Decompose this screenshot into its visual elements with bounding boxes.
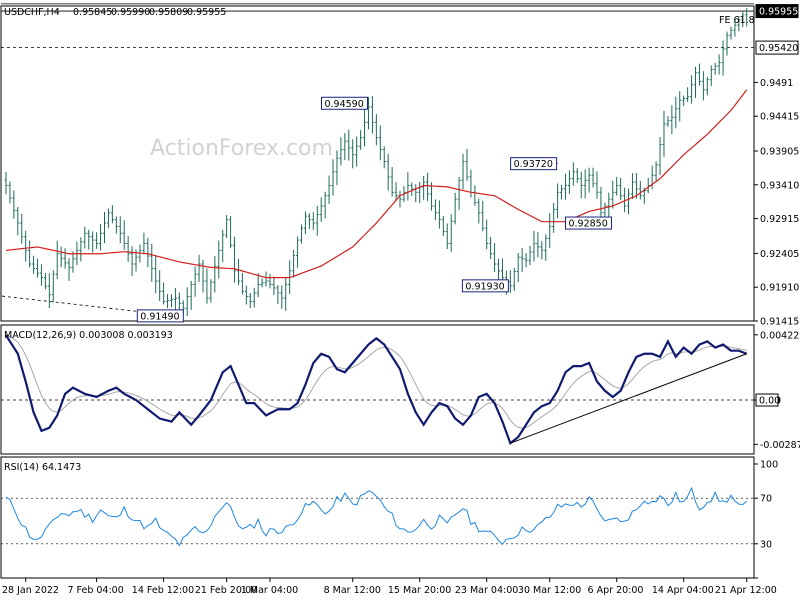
macd-line (5, 334, 748, 446)
price-header-symbol: USDCHF,H4 (4, 7, 60, 18)
price-header-high: 0.95990 (111, 7, 150, 18)
price-y-tick-0.92915: 0.92915 (760, 214, 799, 225)
price-y-tick-0.93410: 0.93410 (760, 180, 799, 191)
watermark: ActionForex.com (150, 136, 333, 161)
rsi-lines (1, 486, 754, 547)
rsi-y-tick-100: 100 (760, 460, 778, 471)
x-tick-5: 8 Mar 12:00 (324, 585, 381, 596)
price-y-tick-0.93905: 0.93905 (760, 147, 799, 158)
time-x-axis: 28 Jan 2022 7 Feb 04:00 14 Feb 12:00 21 Feb… (2, 578, 777, 596)
macd-current-value: 0.00 (759, 396, 780, 407)
price-levels (1, 3, 754, 317)
x-tick-11: 21 Apr 12:00 (715, 585, 777, 596)
price-label-0.94590: 0.94590 (324, 99, 363, 110)
price-panel-frame (0, 5, 755, 322)
macd-signal-line (5, 334, 747, 429)
price-header-low: 0.95809 (149, 7, 188, 18)
price-annotations: 0.94590 0.93720 0.92850 0.91930 0.91490 (136, 96, 612, 323)
price-label-0.92850: 0.92850 (568, 219, 607, 230)
rsi-line (5, 486, 748, 547)
rsi-y-axis: 100 70 30 (754, 460, 778, 579)
x-tick-0: 28 Jan 2022 (2, 585, 59, 596)
rsi-title: RSI(14) 64.1473 (4, 462, 81, 473)
rsi-y-tick-30: 30 (760, 539, 772, 550)
level-price-badge: 0.95420 (759, 43, 798, 54)
x-tick-1: 7 Feb 04:00 (67, 585, 123, 596)
macd-y-tick--0.002874: -0.002874 (760, 440, 800, 451)
price-header-open: 0.95845 (73, 7, 112, 18)
rsi-panel-frame (0, 456, 755, 579)
x-tick-6: 15 Mar 20:00 (388, 585, 451, 596)
price-label-0.93720: 0.93720 (514, 159, 553, 170)
price-label-0.91490: 0.91490 (140, 311, 179, 322)
price-y-tick-0.91415: 0.91415 (760, 317, 799, 328)
macd-title: MACD(12,26,9) 0.003008 0.003193 (4, 330, 173, 341)
x-tick-8: 30 Mar 12:00 (518, 585, 581, 596)
price-header-close: 0.95955 (187, 7, 226, 18)
macd-y-axis: 0.0042290.00-0.0028740.00 (754, 330, 800, 451)
price-y-tick-0.92405: 0.92405 (760, 249, 799, 260)
macd-lines (1, 334, 754, 446)
price-y-tick-0.9491: 0.9491 (760, 78, 793, 89)
price-y-axis: 0.9491 0.94415 0.93905 0.93410 0.92915 0.9240… (754, 4, 799, 328)
macd-trend-line (510, 353, 747, 444)
usdchf-chart: ActionForex.com 0.945900.937200.928500.9… (0, 3, 800, 596)
price-y-tick-0.91910: 0.91910 (760, 283, 799, 294)
x-tick-9: 6 Apr 20:00 (588, 585, 644, 596)
macd-y-tick-0.004229: 0.004229 (760, 330, 800, 341)
fib-label: FE 61.8 (719, 15, 755, 26)
x-tick-2: 14 Feb 12:00 (132, 585, 194, 596)
x-tick-4: 1 Mar 04:00 (241, 585, 298, 596)
price-y-tick-0.94415: 0.94415 (760, 112, 799, 123)
price-candles (4, 8, 749, 317)
x-tick-10: 14 Apr 04:00 (652, 585, 714, 596)
rsi-y-tick-70: 70 (760, 494, 772, 505)
price-label-0.91930: 0.91930 (465, 281, 504, 292)
x-tick-7: 23 Mar 04:00 (455, 585, 518, 596)
last-price-badge: 0.95955 (759, 7, 798, 18)
